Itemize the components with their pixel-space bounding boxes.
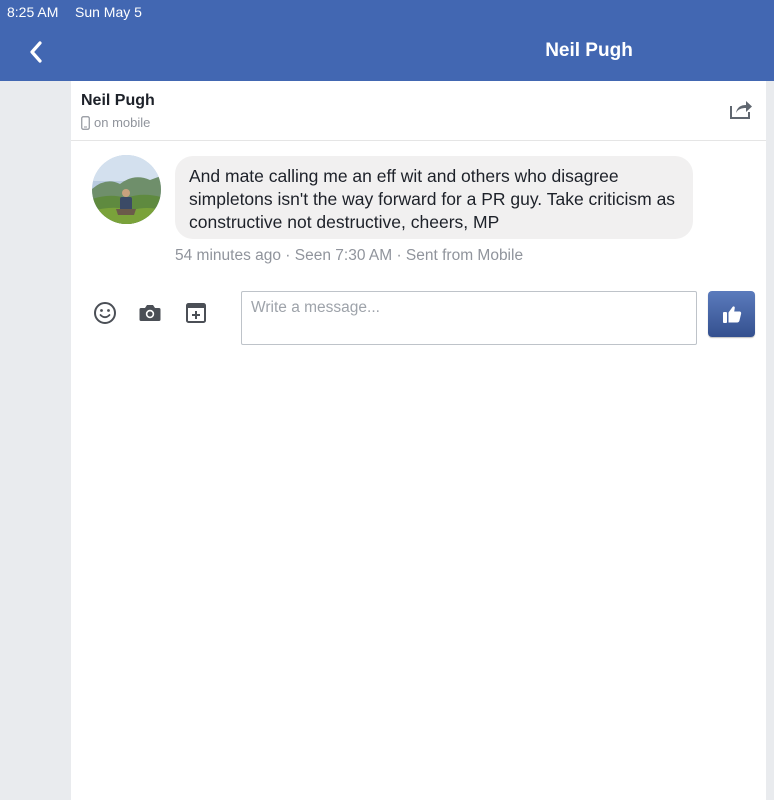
status-time: 8:25 AM [7, 4, 59, 20]
camera-button[interactable] [137, 300, 163, 326]
share-button[interactable] [729, 98, 753, 120]
contact-name[interactable]: Neil Pugh [81, 92, 155, 110]
share-icon [730, 101, 752, 119]
message-meta: 54 minutes ago · Seen 7:30 AM · Sent fro… [175, 247, 524, 264]
emoji-button[interactable] [92, 300, 118, 326]
smiley-icon [94, 302, 116, 324]
back-button[interactable] [24, 38, 48, 66]
presence-status: on mobile [81, 115, 150, 130]
status-date: Sun May 5 [75, 4, 142, 20]
sticker-icon [186, 303, 206, 323]
left-gutter [0, 81, 71, 800]
avatar[interactable] [92, 155, 161, 224]
conversation-panel: Neil Pugh on mobile And mate calling me … [71, 81, 766, 800]
page-title: Neil Pugh [545, 40, 633, 61]
presence-label: on mobile [94, 115, 151, 130]
mobile-phone-icon [81, 115, 90, 130]
sticker-button[interactable] [183, 300, 209, 326]
like-button[interactable] [708, 291, 755, 337]
top-nav-bar: 8:25 AM Sun May 5 Neil Pugh [0, 0, 774, 81]
message-bubble[interactable]: And mate calling me an eff wit and other… [175, 156, 693, 239]
conversation-header: Neil Pugh on mobile [71, 81, 766, 141]
right-gutter [766, 81, 774, 800]
chevron-left-icon [30, 41, 42, 63]
camera-icon [139, 305, 161, 321]
message-input[interactable] [241, 291, 697, 345]
thumbs-up-icon [722, 306, 741, 323]
